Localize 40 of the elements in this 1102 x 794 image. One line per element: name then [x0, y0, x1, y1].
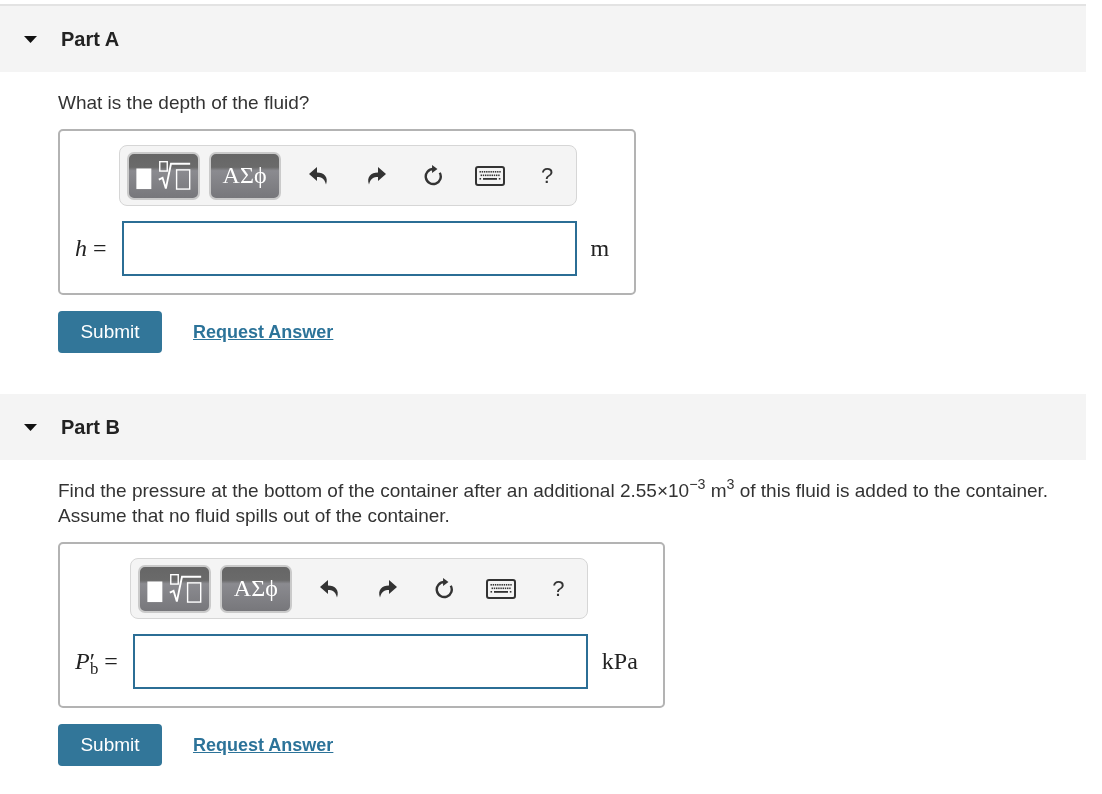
redo-button[interactable] [377, 579, 398, 598]
question-text: Find the pressure at the bottom of the container after an additional 2.55×10$^{−3}$ m$^{3}$ of this fluid is added to the container. Assume that no fluid spills out of the container. [58, 478, 1050, 528]
request-answer-link[interactable]: Request Answer [193, 734, 334, 756]
greek-symbols-button[interactable]: ΑΣϕ [208, 151, 281, 200]
undo-icon [309, 166, 330, 185]
math-template-button[interactable] [126, 151, 200, 200]
undo-button[interactable] [320, 579, 341, 598]
request-answer-link[interactable]: Request Answer [193, 321, 334, 343]
undo-button[interactable] [309, 166, 330, 185]
reset-icon [434, 578, 454, 599]
keyboard-icon [475, 165, 506, 186]
caret-icon[interactable] [24, 35, 37, 43]
question-text: What is the depth of the fluid? [58, 91, 311, 115]
redo-button[interactable] [366, 166, 387, 185]
redo-icon [377, 579, 398, 598]
keyboard-icon [486, 578, 517, 599]
radical-icon [135, 161, 191, 190]
variable-label: P′$_{b}$ = [75, 648, 118, 675]
redo-icon [366, 166, 387, 185]
variable-label: h = [75, 235, 107, 262]
math-template-button[interactable] [137, 564, 211, 613]
part-title: Part A [61, 27, 120, 51]
submit-button[interactable]: Submit [58, 724, 162, 766]
greek-symbols-button[interactable]: ΑΣϕ [219, 564, 292, 613]
unit-label: m [590, 235, 610, 262]
answer-field[interactable] [121, 221, 577, 276]
undo-icon [320, 579, 341, 598]
unit-label: kPa [601, 648, 638, 675]
submit-button[interactable]: Submit [58, 311, 162, 353]
radical-icon [146, 574, 202, 603]
help-button[interactable]: ? [552, 576, 565, 601]
part-title: Part B [61, 415, 120, 439]
keyboard-button[interactable] [486, 578, 517, 599]
caret-icon[interactable] [24, 423, 37, 431]
help-button[interactable]: ? [540, 163, 554, 188]
keyboard-button[interactable] [475, 165, 506, 186]
reset-icon [423, 165, 443, 186]
reset-button[interactable] [434, 578, 454, 599]
reset-button[interactable] [423, 165, 443, 186]
answer-field[interactable] [132, 634, 588, 689]
